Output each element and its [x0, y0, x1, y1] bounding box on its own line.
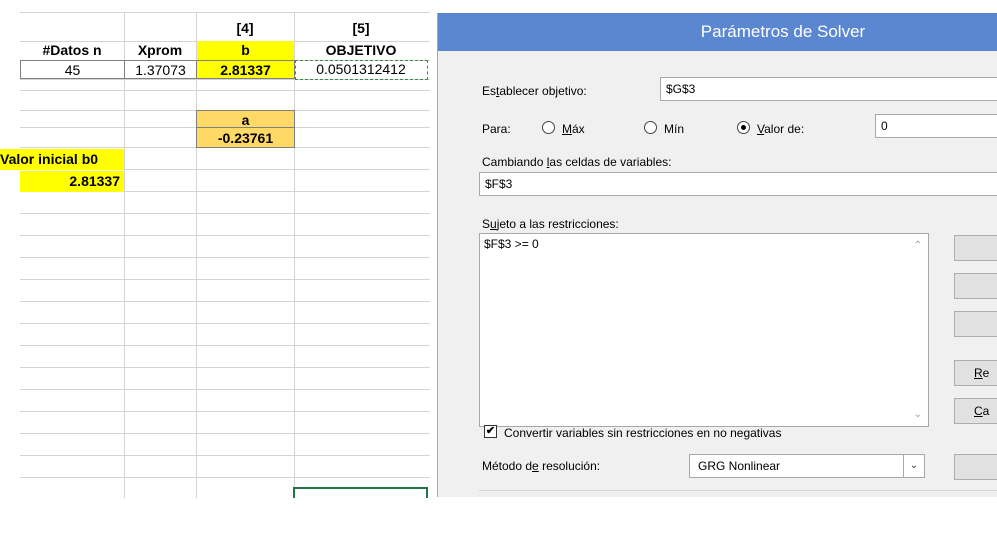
grid-line: [20, 257, 430, 258]
col-label-4: [4]: [236, 20, 254, 36]
grid-line: [20, 213, 430, 214]
header-xprom[interactable]: Xprom: [124, 41, 196, 60]
header-objetivo[interactable]: OBJETIVO: [294, 41, 428, 60]
active-cell-border: [293, 487, 428, 498]
radio-valor-de-label: Valor de:: [757, 122, 805, 136]
grid-line: [20, 323, 430, 324]
cell-b0-value[interactable]: 2.81337: [20, 171, 124, 192]
grid-line: [20, 90, 430, 91]
grid-line: [20, 279, 430, 280]
solver-dialog[interactable]: Parámetros de Solver Establecer objetivo…: [437, 13, 997, 497]
spreadsheet-grid[interactable]: [4] [5] #Datos n Xprom b OBJETIVO 45 1.3…: [0, 0, 440, 498]
reset-button[interactable]: Re: [954, 360, 997, 386]
grid-line: [20, 455, 430, 456]
constraint-item[interactable]: $F$3 >= 0: [484, 237, 539, 251]
dialog-titlebar[interactable]: Parámetros de Solver: [438, 13, 997, 51]
objective-label: Establecer objetivo:: [482, 84, 587, 98]
header-b[interactable]: b: [197, 41, 294, 60]
grid-line: [20, 345, 430, 346]
dialog-separator: [479, 490, 997, 491]
cell-a-value[interactable]: -0.23761: [196, 127, 295, 148]
grid-line: [20, 12, 430, 13]
cell-a-label[interactable]: a: [196, 110, 295, 128]
radio-valor-de[interactable]: [737, 121, 750, 134]
grid-line: [294, 12, 295, 498]
changing-cells-label: Cambiando las celdas de variables:: [482, 155, 672, 169]
grid-line: [20, 389, 430, 390]
cell-xprom-value[interactable]: 1.37073: [124, 60, 197, 79]
grid-line: [124, 12, 125, 498]
method-select[interactable]: GRG Nonlinear ⌄: [689, 454, 925, 478]
grid-line: [196, 12, 197, 498]
changing-cells-input[interactable]: $F$3: [479, 172, 997, 196]
method-value: GRG Nonlinear: [698, 459, 781, 473]
cell-datos-value[interactable]: 45: [20, 60, 125, 79]
radio-min[interactable]: [644, 121, 657, 134]
objective-input[interactable]: $G$3: [660, 77, 997, 101]
col-label-5: [5]: [352, 20, 370, 36]
radio-min-label: Mín: [664, 122, 685, 136]
options-button[interactable]: [954, 454, 997, 480]
load-save-button-label: Ca: [974, 404, 990, 418]
para-label: Para:: [482, 122, 511, 136]
add-button[interactable]: [954, 235, 997, 261]
grid-line: [20, 301, 430, 302]
radio-max-label: Máx: [562, 122, 585, 136]
grid-line: [20, 411, 430, 412]
cell-b-value[interactable]: 2.81337: [196, 60, 295, 79]
header-datos-n[interactable]: #Datos n: [20, 41, 124, 60]
constraints-list[interactable]: $F$3 >= 0 ⌃ ⌄: [479, 233, 929, 427]
radio-max[interactable]: [542, 121, 555, 134]
copy-selection-marquee: [295, 60, 428, 80]
nonnegative-checkbox-label: Convertir variables sin restricciones en…: [504, 426, 782, 440]
change-button[interactable]: [954, 273, 997, 299]
reset-button-label: Re: [974, 366, 990, 380]
grid-line: [20, 367, 430, 368]
scroll-up-icon[interactable]: ⌃: [914, 240, 922, 251]
dialog-title: Parámetros de Solver: [700, 22, 866, 41]
constraints-label: Sujeto a las restricciones:: [482, 217, 619, 231]
scroll-down-icon[interactable]: ⌄: [914, 409, 922, 420]
grid-line: [20, 477, 430, 478]
grid-line: [20, 433, 430, 434]
empty-area: [0, 498, 997, 546]
grid-line: [20, 235, 430, 236]
method-label: Método de resolución:: [482, 459, 601, 473]
valor-de-input[interactable]: 0: [875, 114, 997, 138]
chevron-down-icon[interactable]: ⌄: [903, 455, 924, 477]
delete-button[interactable]: [954, 311, 997, 337]
nonnegative-checkbox[interactable]: ✔: [484, 425, 497, 438]
cell-b0-label[interactable]: Valor inicial b0: [0, 149, 124, 170]
load-save-button[interactable]: Ca: [954, 398, 997, 424]
